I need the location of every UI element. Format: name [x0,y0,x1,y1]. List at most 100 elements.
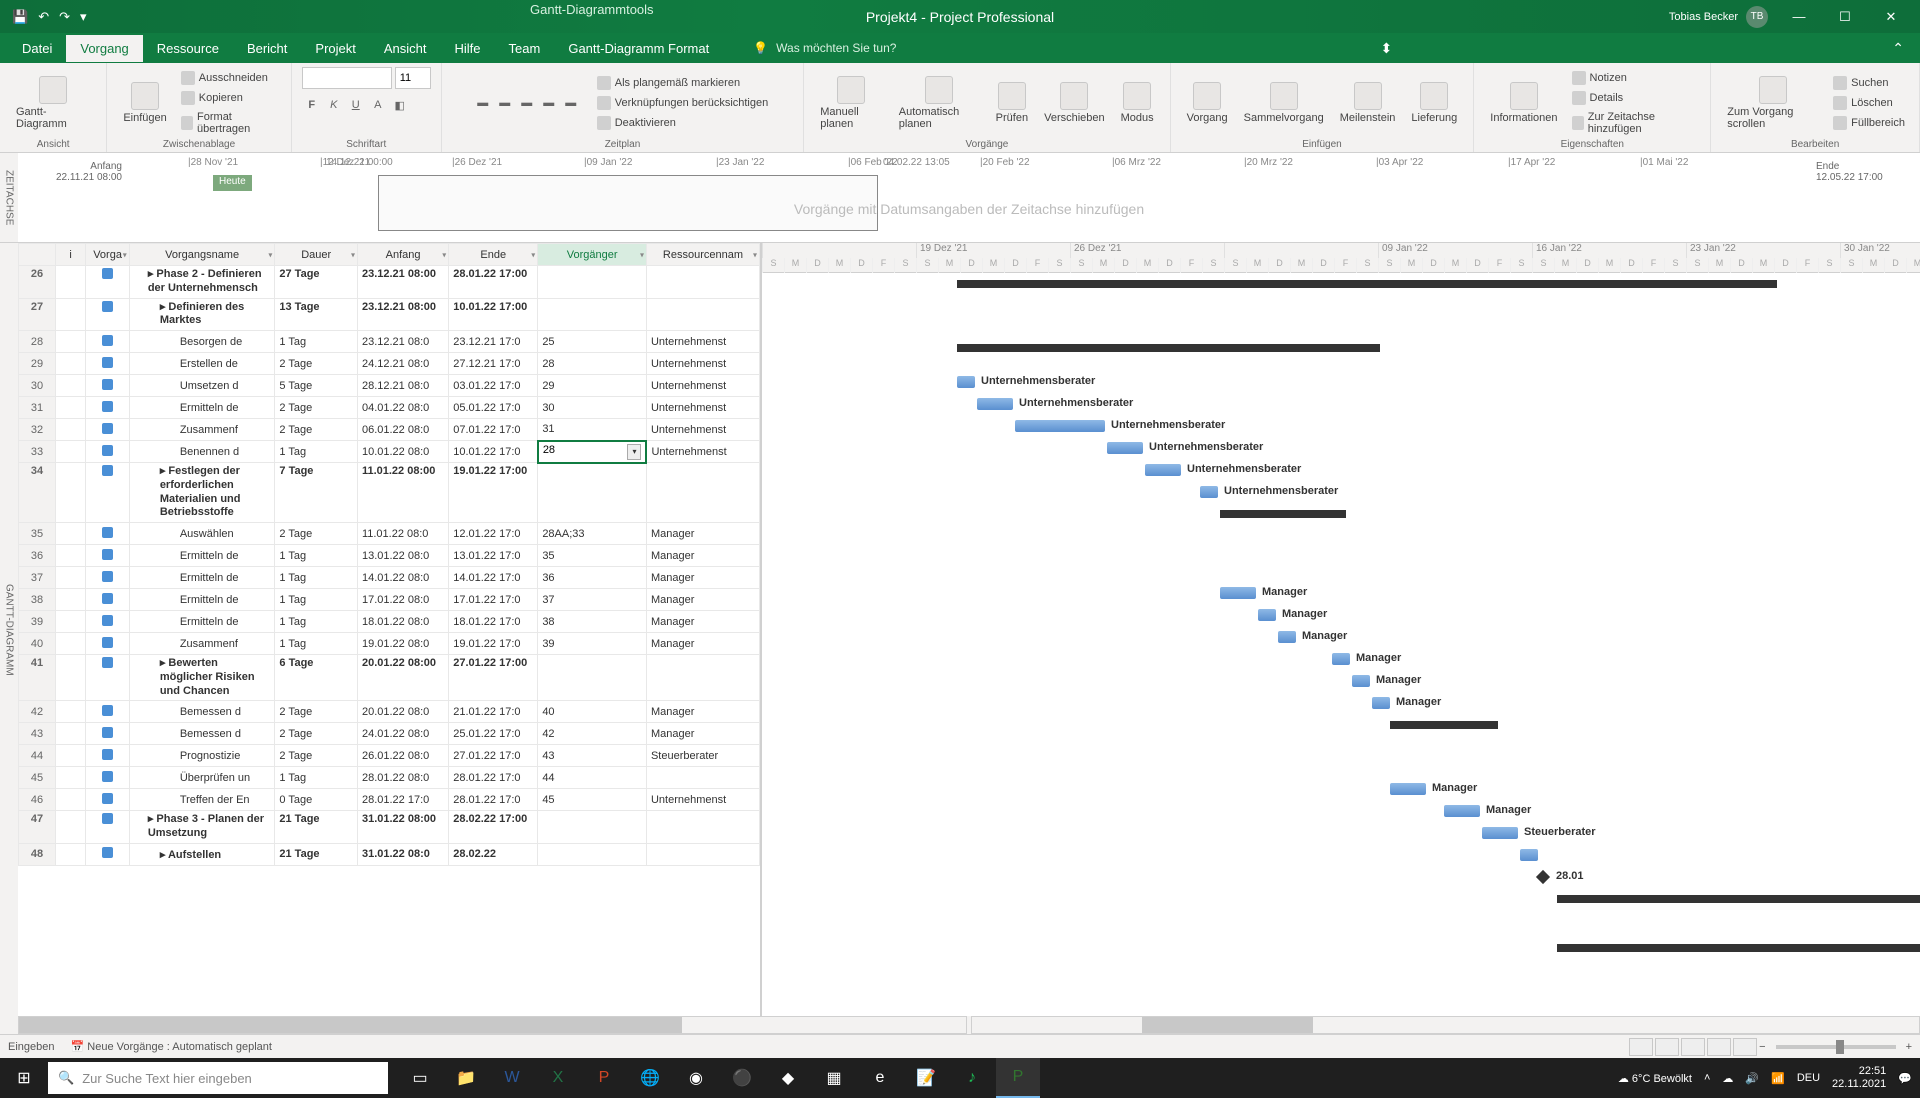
gantt-task-bar[interactable] [977,398,1013,410]
scroll-to-task-button[interactable]: Zum Vorgang scrollen [1721,72,1825,134]
app-spotify[interactable]: ♪ [950,1058,994,1098]
font-size-input[interactable] [395,67,431,89]
col-start[interactable]: Anfang▾ [357,244,448,266]
add-to-timeline-button[interactable]: Zur Zeitachse hinzufügen [1568,109,1701,137]
view-usage-button[interactable] [1655,1038,1679,1056]
gantt-summary-bar[interactable] [1557,944,1920,952]
maximize-button[interactable]: ☐ [1822,0,1868,33]
clear-button[interactable]: Löschen [1829,94,1909,112]
manual-schedule-button[interactable]: Manuell planen [814,72,889,134]
tell-me[interactable]: 💡Was möchten Sie tun? [753,41,896,55]
italic-button[interactable]: K [324,95,344,115]
table-row[interactable]: 35Auswählen2 Tage11.01.22 08:012.01.22 1… [19,523,760,545]
tray-language[interactable]: DEU [1797,1072,1820,1084]
predecessor-cell-editing[interactable]: ▾ [538,441,647,463]
table-row[interactable]: 30Umsetzen d5 Tage28.12.21 08:003.01.22 … [19,375,760,397]
indent-50[interactable]: ▬ [517,93,537,113]
table-row[interactable]: 40Zusammenf1 Tag19.01.22 08:019.01.22 17… [19,633,760,655]
indent-100[interactable]: ▬ [561,93,581,113]
gantt-task-bar[interactable] [1258,609,1276,621]
gantt-summary-bar[interactable] [957,280,1777,288]
table-row[interactable]: 32Zusammenf2 Tage06.01.22 08:007.01.22 1… [19,419,760,441]
gantt-task-bar[interactable] [1390,783,1426,795]
minimize-button[interactable]: — [1776,0,1822,33]
paste-button[interactable]: Einfügen [117,78,172,128]
insert-summary-button[interactable]: Sammelvorgang [1238,78,1330,128]
app-edge[interactable]: 🌐 [628,1058,672,1098]
col-mode[interactable]: Vorga▾ [86,244,129,266]
cut-button[interactable]: Ausschneiden [177,69,281,87]
start-button[interactable]: ⊞ [0,1058,48,1098]
view-resource-button[interactable] [1707,1038,1731,1056]
gantt-task-bar[interactable] [1520,849,1538,861]
app-chrome[interactable]: ◉ [674,1058,718,1098]
gantt-task-bar[interactable] [1444,805,1480,817]
table-row[interactable]: 48▸ Aufstellen21 Tage31.01.22 08:028.02.… [19,843,760,865]
gantt-task-bar[interactable] [1278,631,1296,643]
view-team-button[interactable] [1681,1038,1705,1056]
table-row[interactable]: 28Besorgen de1 Tag23.12.21 08:023.12.21 … [19,331,760,353]
tab-ansicht[interactable]: Ansicht [370,35,441,62]
table-row[interactable]: 44Prognostizie2 Tage26.01.22 08:027.01.2… [19,745,760,767]
tab-team[interactable]: Team [495,35,555,62]
table-hscroll[interactable] [18,1016,967,1034]
tray-clock[interactable]: 22:5122.11.2021 [1832,1065,1886,1091]
table-row[interactable]: 41▸ Bewerten möglicher Risiken und Chanc… [19,655,760,701]
gantt-hscroll[interactable] [971,1016,1920,1034]
gantt-summary-bar[interactable] [1557,895,1920,903]
app-edge2[interactable]: e [858,1058,902,1098]
tab-hilfe[interactable]: Hilfe [441,35,495,62]
col-end[interactable]: Ende▾ [449,244,538,266]
tray-volume-icon[interactable]: 🔊 [1745,1072,1759,1085]
gantt-task-bar[interactable] [1372,697,1390,709]
table-row[interactable]: 45Überprüfen un1 Tag28.01.22 08:028.01.2… [19,767,760,789]
col-rownum[interactable] [19,244,56,266]
app-notepad[interactable]: 📝 [904,1058,948,1098]
app-word[interactable]: W [490,1058,534,1098]
find-button[interactable]: Suchen [1829,74,1909,92]
table-row[interactable]: 43Bemessen d2 Tage24.01.22 08:025.01.22 … [19,723,760,745]
col-name[interactable]: Vorgangsname▾ [129,244,275,266]
redo-icon[interactable]: ↷ [59,9,70,25]
gantt-summary-bar[interactable] [957,344,1380,352]
tray-chevron-icon[interactable]: ˄ [1704,1072,1710,1084]
col-predecessor[interactable]: Vorgänger▾ [538,244,647,266]
tab-vorgang[interactable]: Vorgang [66,35,142,62]
col-resource[interactable]: Ressourcennam▾ [646,244,759,266]
gantt-task-bar[interactable] [1145,464,1181,476]
indent-0[interactable]: ▬ [473,93,493,113]
auto-schedule-button[interactable]: Automatisch planen [893,72,986,134]
save-icon[interactable]: 💾 [12,9,28,25]
table-row[interactable]: 47▸ Phase 3 - Planen der Umsetzung21 Tag… [19,811,760,844]
deactivate-button[interactable]: Deaktivieren [593,114,773,132]
details-button[interactable]: Details [1568,89,1701,107]
col-duration[interactable]: Dauer▾ [275,244,358,266]
app-project[interactable]: P [996,1058,1040,1098]
col-info[interactable]: i [55,244,85,266]
notes-button[interactable]: Notizen [1568,69,1701,87]
gantt-task-bar[interactable] [957,376,975,388]
predecessor-input[interactable] [543,444,626,456]
gantt-chart[interactable]: 19 Dez '2126 Dez '2109 Jan '2216 Jan '22… [760,243,1920,1016]
app-powerpoint[interactable]: P [582,1058,626,1098]
view-report-button[interactable] [1733,1038,1757,1056]
information-button[interactable]: Informationen [1484,78,1563,128]
zoom-in-button[interactable]: + [1906,1041,1912,1053]
qat-more-icon[interactable]: ▾ [80,9,87,25]
respect-links-button[interactable]: Verknüpfungen berücksichtigen [593,94,773,112]
table-row[interactable]: 39Ermitteln de1 Tag18.01.22 08:018.01.22… [19,611,760,633]
weather-widget[interactable]: ☁ 6°C Bewölkt [1618,1072,1692,1085]
mode-button[interactable]: Modus [1115,78,1160,128]
zoom-out-button[interactable]: − [1759,1041,1765,1053]
insert-milestone-button[interactable]: Meilenstein [1334,78,1402,128]
copy-button[interactable]: Kopieren [177,89,281,107]
table-row[interactable]: 29Erstellen de2 Tage24.12.21 08:027.12.2… [19,353,760,375]
timeline-track[interactable]: Heute |28 Nov '21|12 Dez '21|26 Dez '21|… [128,153,1810,242]
tray-wifi-icon[interactable]: 📶 [1771,1072,1785,1085]
table-row[interactable]: 38Ermitteln de1 Tag17.01.22 08:017.01.22… [19,589,760,611]
table-row[interactable]: 46Treffen der En0 Tage28.01.22 17:028.01… [19,789,760,811]
table-row[interactable]: 33Benennen d1 Tag10.01.22 08:010.01.22 1… [19,441,760,463]
chevron-down-icon[interactable]: ▾ [627,444,641,460]
tab-projekt[interactable]: Projekt [301,35,369,62]
tab-bericht[interactable]: Bericht [233,35,301,62]
